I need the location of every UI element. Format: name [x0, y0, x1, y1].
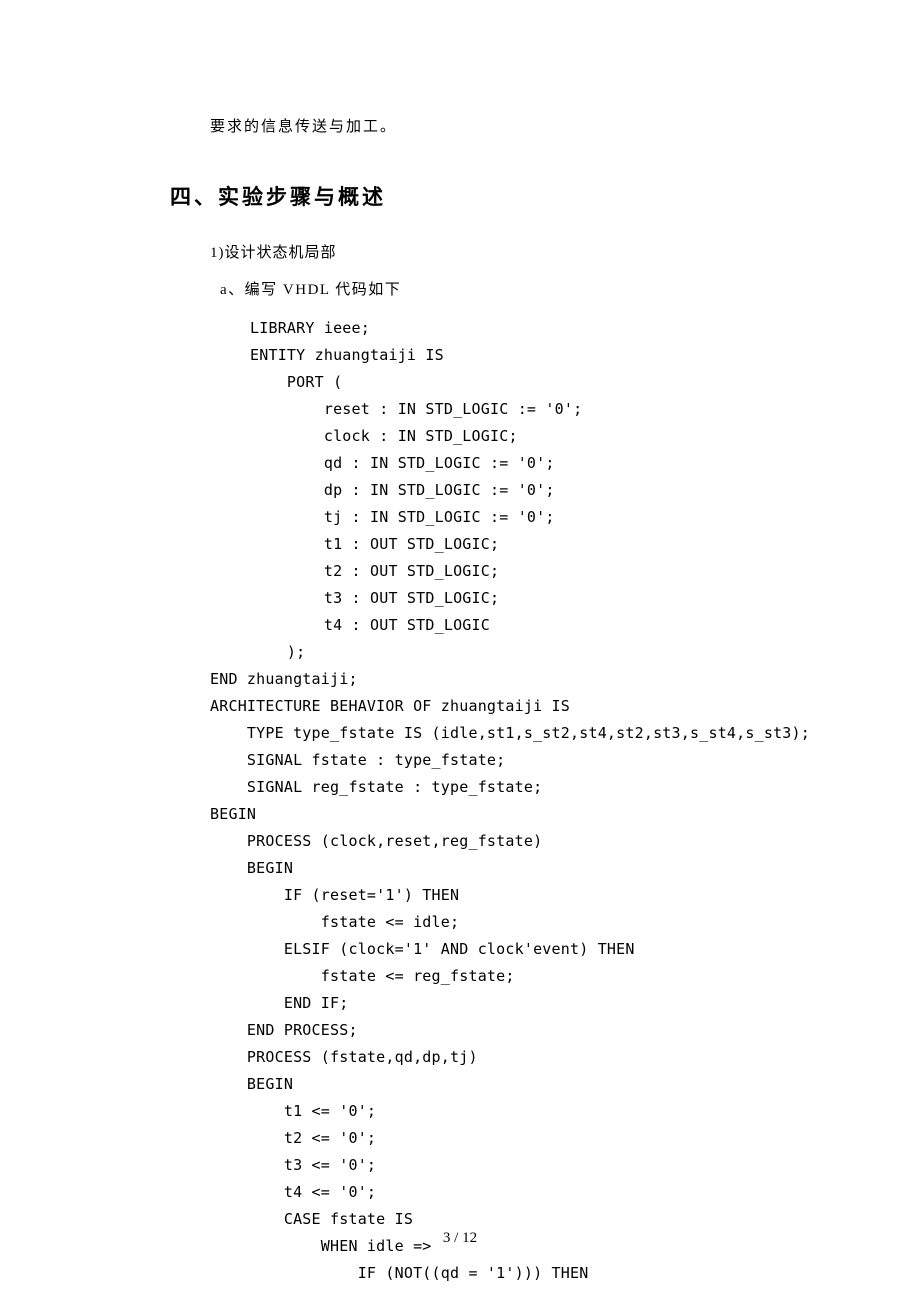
code-line: tj : IN STD_LOGIC := '0';: [250, 504, 780, 531]
code-line: fstate <= reg_fstate;: [210, 963, 780, 990]
intro-text: 要求的信息传送与加工。: [210, 115, 780, 136]
code-line: t1 : OUT STD_LOGIC;: [250, 531, 780, 558]
code-line: t3 : OUT STD_LOGIC;: [250, 585, 780, 612]
code-line: ARCHITECTURE BEHAVIOR OF zhuangtaiji IS: [210, 693, 780, 720]
code-line: LIBRARY ieee;: [250, 315, 780, 342]
code-line: t2 <= '0';: [210, 1125, 780, 1152]
code-line: SIGNAL reg_fstate : type_fstate;: [210, 774, 780, 801]
code-line: ENTITY zhuangtaiji IS: [250, 342, 780, 369]
code-line: END IF;: [210, 990, 780, 1017]
code-line: qd : IN STD_LOGIC := '0';: [250, 450, 780, 477]
code-line: TYPE type_fstate IS (idle,st1,s_st2,st4,…: [210, 720, 780, 747]
code-line: ELSIF (clock='1' AND clock'event) THEN: [210, 936, 780, 963]
code-line: clock : IN STD_LOGIC;: [250, 423, 780, 450]
code-line: );: [250, 639, 780, 666]
code-line: BEGIN: [210, 1071, 780, 1098]
code-line: t4 : OUT STD_LOGIC: [250, 612, 780, 639]
page-number: 3 / 12: [0, 1230, 920, 1247]
code-line: IF (reset='1') THEN: [210, 882, 780, 909]
code-line: reset : IN STD_LOGIC := '0';: [250, 396, 780, 423]
code-line: SIGNAL fstate : type_fstate;: [210, 747, 780, 774]
code-line: IF (NOT((qd = '1'))) THEN: [210, 1260, 780, 1287]
code-line: BEGIN: [210, 801, 780, 828]
code-line: PROCESS (clock,reset,reg_fstate): [210, 828, 780, 855]
code-line: CASE fstate IS: [210, 1206, 780, 1233]
code-line: END zhuangtaiji;: [210, 666, 780, 693]
code-line: t2 : OUT STD_LOGIC;: [250, 558, 780, 585]
code-line: PORT (: [250, 369, 780, 396]
step-1a: a、编写 VHDL 代码如下: [220, 278, 780, 299]
code-line: dp : IN STD_LOGIC := '0';: [250, 477, 780, 504]
section-heading: 四、实验步骤与概述: [170, 181, 780, 211]
code-line: t4 <= '0';: [210, 1179, 780, 1206]
code-line: END PROCESS;: [210, 1017, 780, 1044]
code-line: BEGIN: [210, 855, 780, 882]
code-line: t1 <= '0';: [210, 1098, 780, 1125]
step-1: 1)设计状态机局部: [210, 241, 780, 262]
code-line: fstate <= idle;: [210, 909, 780, 936]
code-line: t3 <= '0';: [210, 1152, 780, 1179]
code-line: PROCESS (fstate,qd,dp,tj): [210, 1044, 780, 1071]
